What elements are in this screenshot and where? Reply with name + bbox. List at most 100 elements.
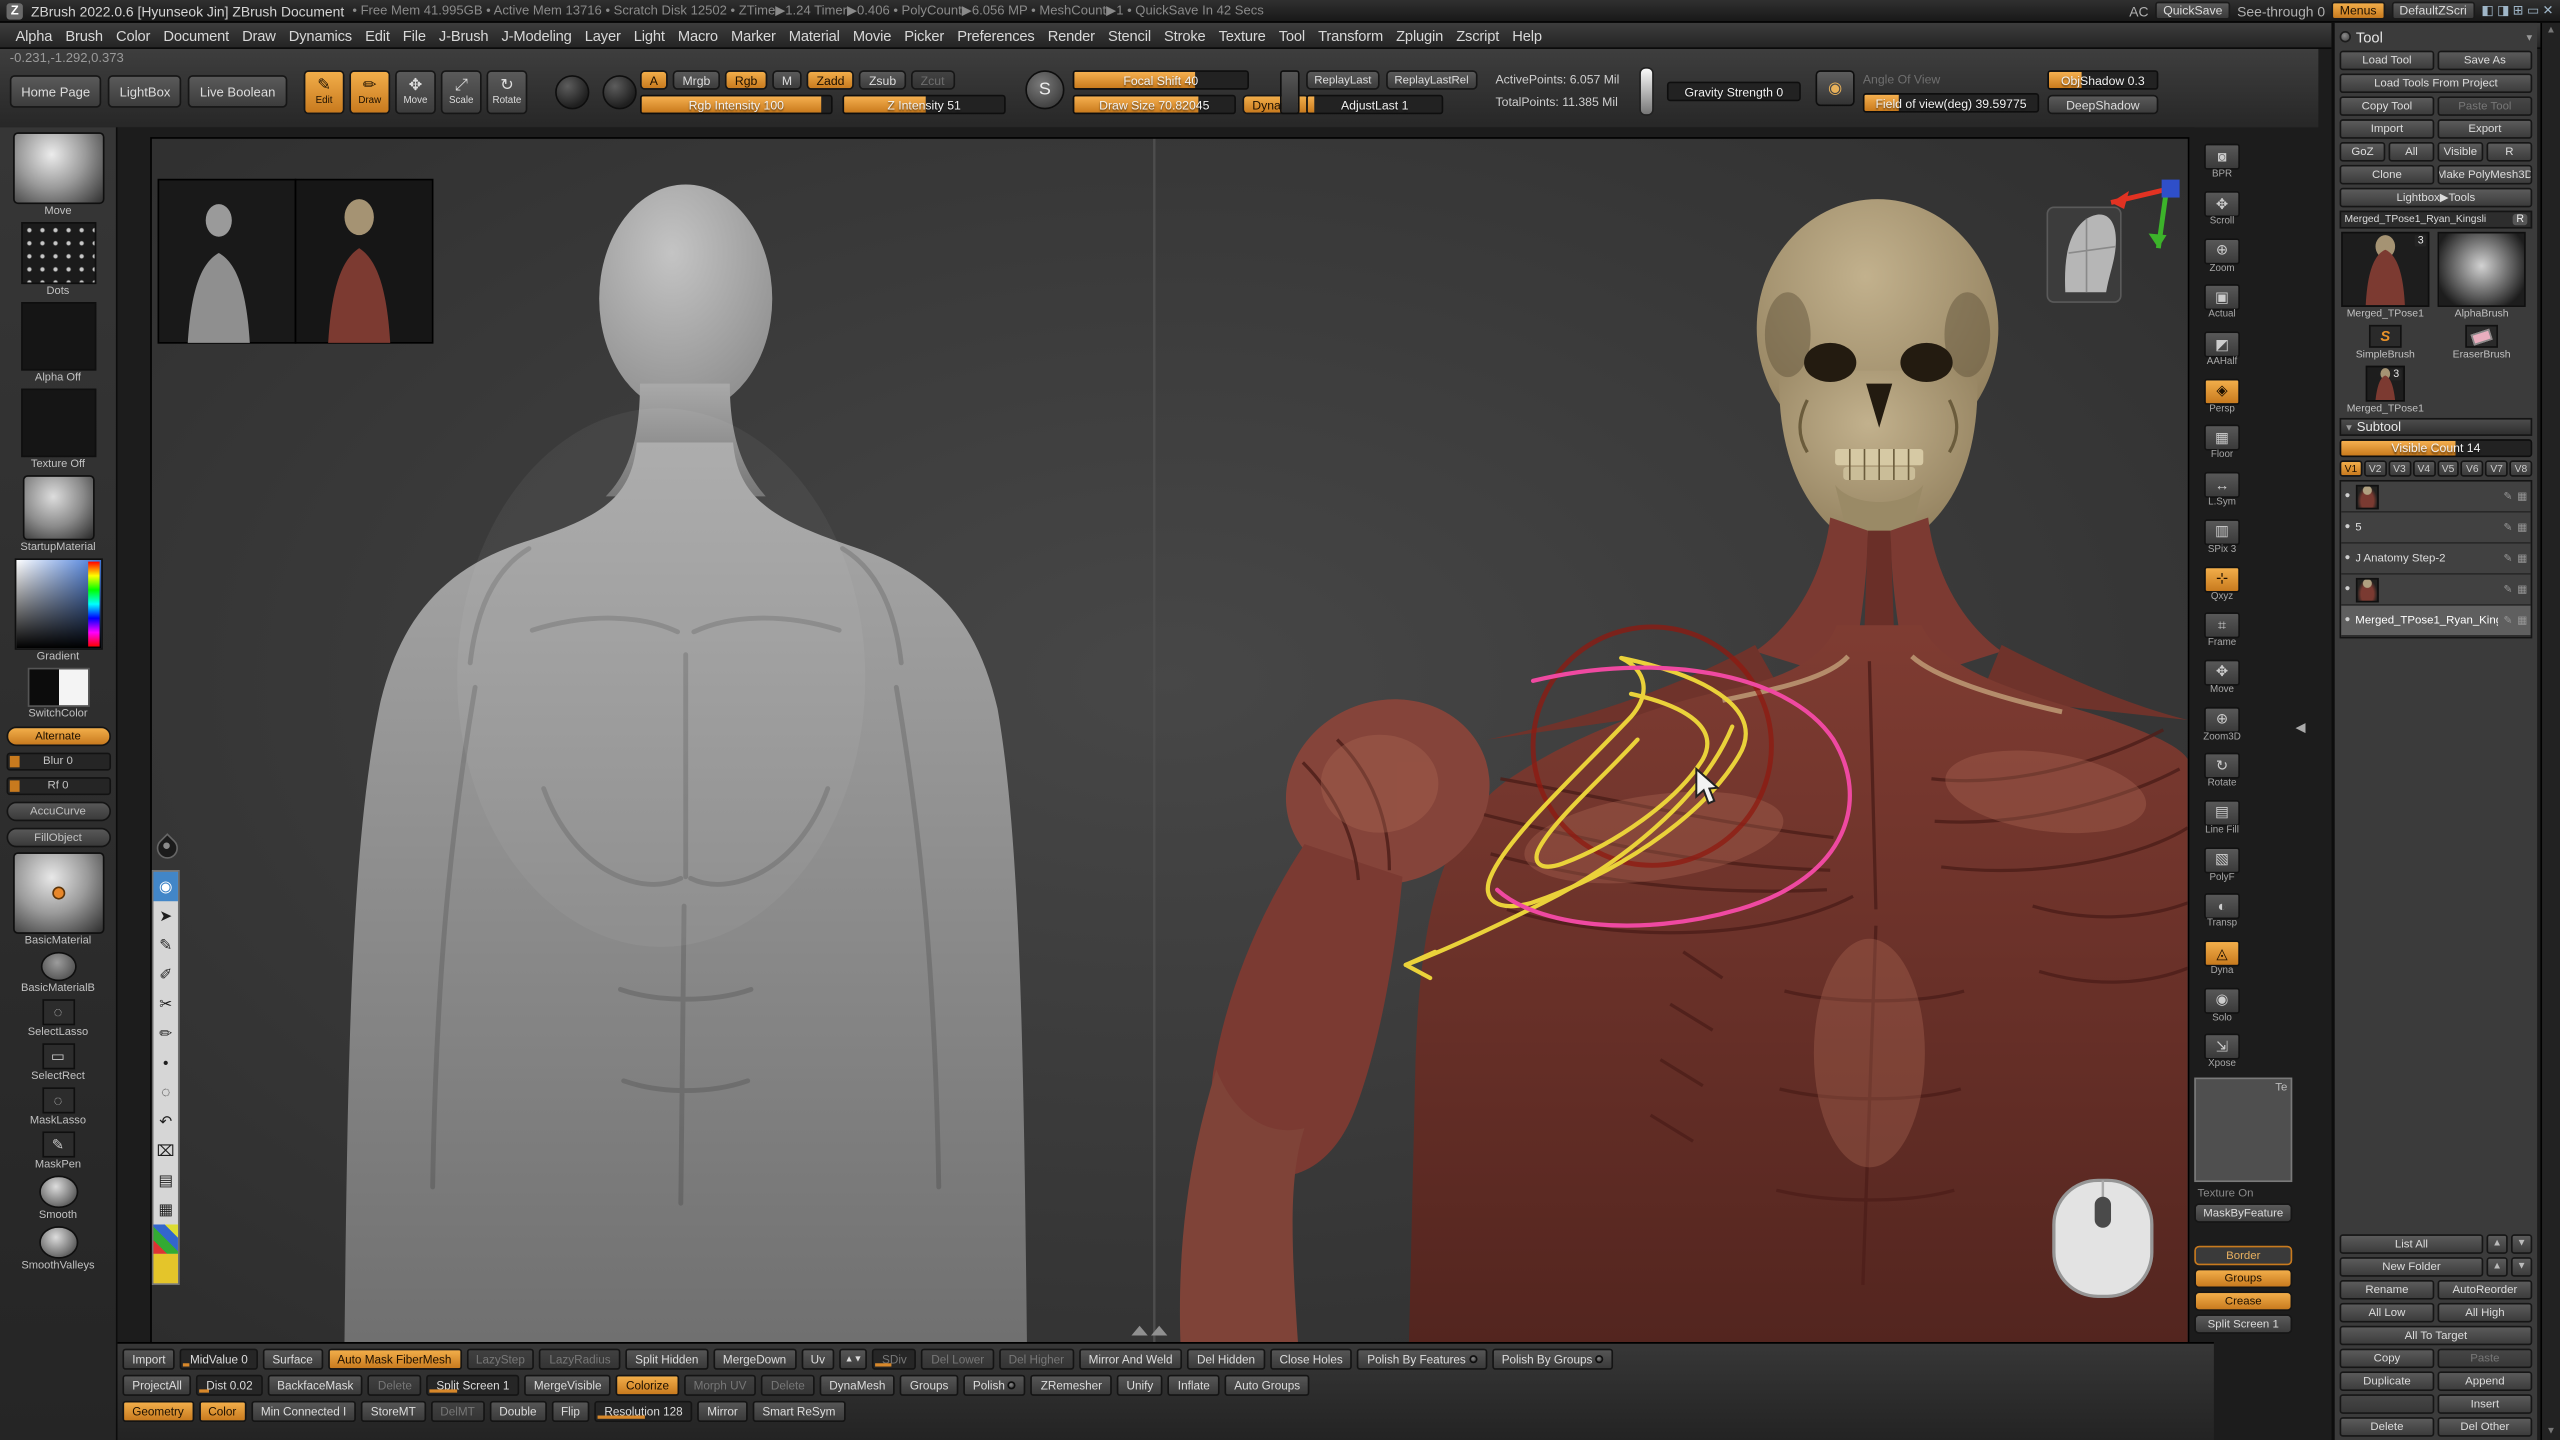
shelf-toggle-icon[interactable]: ↔ <box>2204 472 2240 498</box>
menu-item[interactable]: Light <box>628 25 670 45</box>
tray-thumbnail[interactable] <box>12 852 103 934</box>
menu-item[interactable]: Tool <box>1273 25 1311 45</box>
quicksave-button[interactable]: QuickSave <box>2155 2 2231 20</box>
tray-thumbnail[interactable] <box>22 475 94 540</box>
visibility-tab[interactable]: V5 <box>2437 460 2460 476</box>
palette-icon[interactable] <box>153 1224 177 1253</box>
dock-button[interactable]: MidValue 0 <box>180 1349 257 1370</box>
shelf-toggle[interactable]: ✥ Move <box>2198 654 2247 701</box>
alpha-brush-thumbnail[interactable]: AlphaBrush <box>2436 232 2527 320</box>
dock-button[interactable]: DynaMesh <box>820 1375 896 1396</box>
tray-item[interactable]: Rf 0 <box>0 776 116 796</box>
subtool-list-button[interactable]: List All <box>2340 1234 2484 1254</box>
mode-button[interactable]: ⤢ Scale <box>441 70 482 114</box>
menu-item[interactable]: Dynamics <box>283 25 358 45</box>
tray-item[interactable]: SwitchColor <box>0 668 116 720</box>
shelf-toggle-icon[interactable]: ▥ <box>2204 519 2240 545</box>
shelf-toggle[interactable]: ◐ Transp <box>2198 888 2247 935</box>
tray-item[interactable]: Move <box>0 132 116 217</box>
tray-thumbnail[interactable] <box>12 132 103 204</box>
dock-button[interactable]: Mirror <box>697 1401 747 1422</box>
menu-item[interactable]: Material <box>783 25 845 45</box>
dock-button[interactable]: Geometry <box>122 1401 193 1422</box>
poly-icon[interactable]: ▦ <box>2517 490 2527 503</box>
tray-thumbnail[interactable]: ◌ <box>42 999 75 1025</box>
dock-button[interactable]: Del Lower <box>922 1349 994 1370</box>
tool-panel-button[interactable]: Copy Tool <box>2340 96 2435 116</box>
dock-button[interactable]: Double <box>490 1401 547 1422</box>
dock-button[interactable]: Polish By Groups <box>1492 1349 1614 1370</box>
paint-mode-chip[interactable]: Zsub <box>859 70 906 90</box>
obj-shadow-slider[interactable]: ObjShadow 0.3 <box>2047 70 2158 90</box>
dock-button[interactable]: Polish <box>963 1375 1026 1396</box>
shelf-toggle-icon[interactable]: ▦ <box>2204 425 2240 451</box>
menu-item[interactable]: Draw <box>236 25 281 45</box>
tool-panel-button[interactable]: Load Tools From Project <box>2340 73 2533 93</box>
visibility-tab[interactable]: V7 <box>2485 460 2508 476</box>
menu-item[interactable]: Render <box>1042 25 1101 45</box>
tool-panel-button[interactable]: Make PolyMesh3D <box>2438 165 2533 185</box>
shelf-toggle[interactable]: ▤ Line Fill <box>2198 794 2247 841</box>
dock-button[interactable]: Colorize <box>616 1375 679 1396</box>
menu-item[interactable]: Layer <box>579 25 626 45</box>
shelf-toggle[interactable]: ⊕ Zoom <box>2198 232 2247 279</box>
replay-last-button[interactable]: ReplayLast <box>1306 70 1380 90</box>
dock-button[interactable]: Mirror And Weld <box>1079 1349 1183 1370</box>
subtool-thumbnail[interactable] <box>2355 577 2378 601</box>
eye-icon[interactable]: ● <box>2344 584 2350 594</box>
rename-badge[interactable]: R <box>2513 214 2527 225</box>
paint-icon[interactable]: ✎ <box>2503 614 2512 627</box>
paint-mode-chip[interactable]: A <box>640 70 668 90</box>
tray-item[interactable]: ✎ MaskPen <box>0 1131 116 1170</box>
down-arrow-button[interactable]: ▼ <box>2511 1234 2532 1254</box>
menu-item[interactable]: Preferences <box>951 25 1040 45</box>
shelf-toggle[interactable]: ⌗ Frame <box>2198 607 2247 654</box>
sculptris-icon[interactable]: S <box>1025 70 1064 109</box>
shelf-toggle[interactable]: ⊕ Zoom3D <box>2198 701 2247 748</box>
dock-button[interactable]: ProjectAll <box>122 1375 191 1396</box>
shelf-toggle[interactable]: ↔ L.Sym <box>2198 467 2247 514</box>
tool-panel-button[interactable]: Save As <box>2438 51 2533 71</box>
tray-item[interactable]: FillObject <box>0 826 116 847</box>
window-control-icon[interactable]: ◧ <box>2481 3 2493 18</box>
shelf-toggle[interactable]: ◩ AAHalf <box>2198 326 2247 373</box>
visibility-tab[interactable]: V8 <box>2510 460 2533 476</box>
subtool-action-button[interactable]: All Low <box>2340 1303 2435 1323</box>
scroll-down-icon[interactable]: ▼ <box>2546 1427 2556 1437</box>
clipboard-icon[interactable]: ▤ <box>153 1166 177 1195</box>
subtool-section-header[interactable]: ▾ Subtool <box>2340 418 2533 436</box>
tray-thumbnail[interactable] <box>38 1226 77 1259</box>
tray-item[interactable]: ◌ MaskLasso <box>0 1087 116 1126</box>
tool-panel-button[interactable]: Lightbox▶Tools <box>2340 188 2533 208</box>
subtool-action-button[interactable]: Del Other <box>2438 1417 2533 1437</box>
tool-panel-button[interactable]: All <box>2389 142 2435 162</box>
dock-button[interactable]: LazyStep <box>466 1349 535 1370</box>
dock-button[interactable]: Close Holes <box>1270 1349 1353 1370</box>
stroke-picker-icon[interactable] <box>555 75 589 109</box>
shelf-toggle-icon[interactable]: ▣ <box>2204 285 2240 311</box>
dock-button[interactable]: Del Hidden <box>1187 1349 1265 1370</box>
trash-icon[interactable]: ⌧ <box>153 1136 177 1165</box>
dock-button[interactable]: StoreMT <box>361 1401 426 1422</box>
subtool-action-button[interactable]: AutoReorder <box>2438 1280 2533 1300</box>
up-arrow-button[interactable]: ▲ <box>2487 1257 2508 1277</box>
dock-button[interactable]: BackfaceMask <box>267 1375 363 1396</box>
shelf-toggle-icon[interactable]: ⊕ <box>2204 238 2240 264</box>
picker-dot-icon[interactable] <box>1469 1355 1477 1363</box>
menu-item[interactable]: Color <box>110 25 156 45</box>
tool-panel-button[interactable]: Load Tool <box>2340 51 2435 71</box>
paint-mode-chip[interactable]: M <box>772 70 802 90</box>
shelf-toggle-icon[interactable]: ✥ <box>2204 191 2240 217</box>
shelf-toggle-icon[interactable]: ↻ <box>2204 753 2240 779</box>
draw-size-slider[interactable]: Draw Size 70.82045 <box>1073 95 1236 115</box>
palette-button[interactable]: Split Screen 1 <box>2194 1314 2292 1334</box>
subtool-action-button[interactable]: All To Target <box>2340 1326 2533 1346</box>
subtool-action-button[interactable]: Copy <box>2340 1349 2435 1369</box>
dock-button[interactable]: MergeVisible <box>524 1375 611 1396</box>
menus-button[interactable]: Menus <box>2332 2 2385 20</box>
shelf-toggle-icon[interactable]: ▤ <box>2204 800 2240 826</box>
dock-button[interactable]: ▲▼ <box>840 1349 868 1370</box>
up-arrow-button[interactable]: ▲ <box>2487 1234 2508 1254</box>
eye-icon[interactable]: ● <box>2344 491 2350 501</box>
tool-panel-button[interactable]: GoZ <box>2340 142 2386 162</box>
